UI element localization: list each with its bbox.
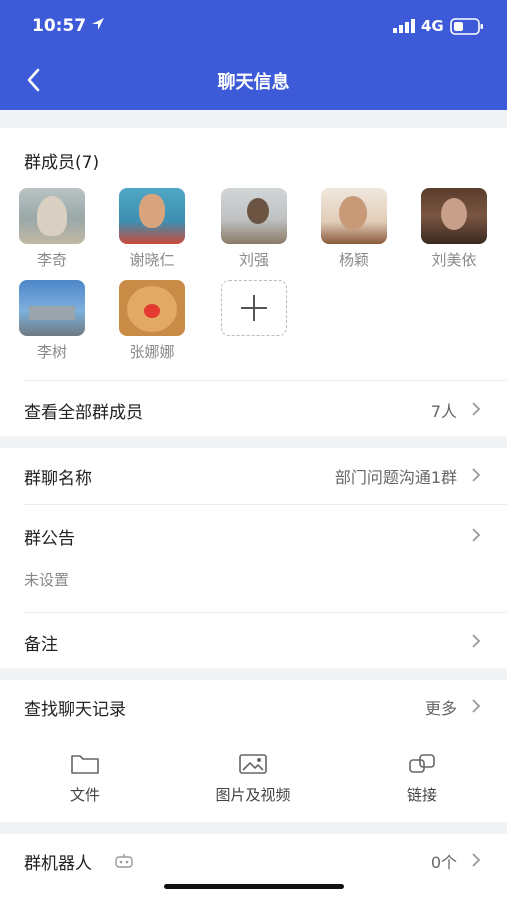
members-title: 群成员(7) — [24, 153, 100, 173]
network-type: 4G — [421, 17, 444, 35]
add-member-button[interactable] — [219, 280, 289, 336]
avatar — [19, 280, 85, 336]
home-indicator — [164, 884, 344, 889]
chevron-right-icon — [472, 699, 481, 713]
group-notice-value: 未设置 — [24, 571, 70, 589]
member-item[interactable]: 刘强 — [219, 188, 289, 270]
members-card: 群成员(7) 李奇 谢晓仁 刘强 杨颖 刘美依 李树 张娜娜 查看全部群成员 7… — [0, 128, 507, 436]
top-bar: 10:57 4G 聊天信息 — [0, 0, 507, 110]
history-more-link[interactable]: 更多 — [425, 695, 457, 719]
files-label: 文件 — [69, 786, 100, 804]
folder-icon — [71, 755, 99, 774]
links-label: 链接 — [406, 786, 437, 804]
chevron-right-icon — [472, 853, 481, 867]
member-name: 谢晓仁 — [129, 251, 175, 269]
member-item[interactable]: 李树 — [17, 280, 87, 362]
member-name: 杨颖 — [338, 251, 369, 269]
member-name: 刘美依 — [431, 251, 477, 269]
member-item[interactable]: 杨颖 — [319, 188, 389, 270]
signal-icon — [393, 19, 415, 33]
robot-card: 群机器人 0个 — [0, 834, 507, 900]
member-item[interactable]: 张娜娜 — [117, 280, 187, 362]
avatar — [119, 188, 185, 244]
group-info-card: 群聊名称 部门问题沟通1群 群公告 未设置 备注 — [0, 448, 507, 668]
member-name: 李奇 — [36, 251, 67, 269]
group-notice-label: 群公告 — [24, 529, 75, 549]
chevron-right-icon — [472, 634, 481, 648]
member-name: 张娜娜 — [129, 343, 175, 361]
battery-icon — [450, 18, 483, 35]
search-history-label: 查找聊天记录 — [24, 700, 126, 720]
page-title: 聊天信息 — [217, 72, 290, 93]
status-time: 10:57 — [32, 16, 87, 36]
group-robot-label: 群机器人 — [24, 854, 92, 874]
member-name: 刘强 — [238, 251, 269, 269]
chevron-right-icon — [472, 528, 481, 542]
files-shortcut[interactable]: 文件 — [50, 752, 120, 805]
avatar — [119, 280, 185, 336]
chevron-right-icon — [472, 402, 481, 416]
member-name: 李树 — [36, 343, 67, 361]
chevron-right-icon — [472, 468, 481, 482]
image-icon — [239, 754, 267, 774]
avatar — [321, 188, 387, 244]
link-icon — [409, 754, 435, 773]
avatar — [19, 188, 85, 244]
group-name-label: 群聊名称 — [24, 469, 92, 489]
links-shortcut[interactable]: 链接 — [387, 752, 457, 805]
view-all-members-label: 查看全部群成员 — [24, 403, 143, 423]
media-label: 图片及视频 — [215, 786, 291, 804]
status-bar: 10:57 4G — [0, 0, 507, 52]
avatar — [221, 188, 287, 244]
chat-history-card: 查找聊天记录 更多 文件 图片及视频 链接 — [0, 680, 507, 822]
member-item[interactable]: 李奇 — [17, 188, 87, 270]
plus-icon — [221, 280, 287, 336]
member-item[interactable]: 刘美依 — [419, 188, 489, 270]
robot-count: 0个 — [430, 853, 457, 872]
divider — [24, 380, 507, 381]
divider — [24, 504, 507, 505]
location-icon — [92, 18, 104, 30]
robot-icon — [115, 854, 133, 868]
divider — [24, 612, 507, 613]
avatar — [421, 188, 487, 244]
member-count: 7人 — [430, 402, 457, 421]
member-item[interactable]: 谢晓仁 — [117, 188, 187, 270]
group-name-value: 部门问题沟通1群 — [334, 468, 457, 487]
remark-label: 备注 — [24, 635, 58, 655]
media-shortcut[interactable]: 图片及视频 — [193, 752, 313, 805]
